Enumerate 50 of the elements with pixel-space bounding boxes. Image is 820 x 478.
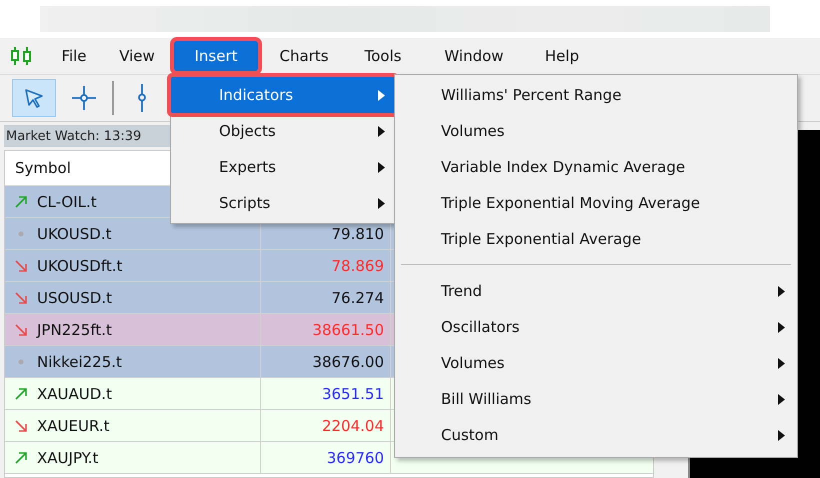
- symbol-text: UKOUSDft.t: [37, 256, 122, 274]
- menu-item[interactable]: Help: [532, 41, 592, 71]
- menu-item[interactable]: File: [48, 41, 100, 71]
- candlestick-icon: [10, 47, 32, 65]
- symbol-text: Nikkei225.t: [37, 352, 122, 370]
- symbol-text: UKOUSD.t: [37, 224, 112, 242]
- menu-item[interactable]: Window: [428, 41, 520, 71]
- symbol-text: XAUEUR.t: [37, 416, 110, 434]
- tool-button[interactable]: [12, 79, 56, 117]
- up-arrow-icon: [15, 388, 27, 400]
- down-arrow-icon: [15, 420, 27, 432]
- menu-item[interactable]: Charts: [270, 41, 338, 71]
- crosshair-icon: [71, 85, 97, 111]
- menu-item[interactable]: View: [112, 41, 162, 71]
- symbol-text: XAUJPY.t: [37, 448, 98, 466]
- price-cell: 38661.50: [261, 314, 391, 345]
- price-cell: 76.274: [261, 282, 391, 313]
- down-arrow-icon: [15, 260, 27, 272]
- menu-item[interactable]: Insert: [174, 41, 258, 71]
- menu-item[interactable]: Triple Exponential Moving Average: [395, 185, 797, 221]
- price-cell: 369760: [261, 442, 391, 473]
- menu-item[interactable]: Williams' Percent Range: [395, 77, 797, 113]
- menu-item[interactable]: Indicators: [171, 77, 395, 113]
- vertical-line-icon: [137, 84, 147, 112]
- submenu-arrow-icon: [778, 286, 785, 296]
- menu-item[interactable]: Scripts: [171, 185, 395, 221]
- up-arrow-icon: [15, 196, 27, 208]
- menu-item[interactable]: Variable Index Dynamic Average: [395, 149, 797, 185]
- price-cell: 78.869: [261, 250, 391, 281]
- menu-item[interactable]: Volumes: [395, 113, 797, 149]
- down-arrow-icon: [15, 324, 27, 336]
- symbol-text: USOUSD.t: [37, 288, 112, 306]
- submenu-arrow-icon: [378, 90, 385, 100]
- symbol-text: XAUAUD.t: [37, 384, 112, 402]
- symbol-text: JPN225ft.t: [37, 320, 112, 338]
- submenu-arrow-icon: [778, 358, 785, 368]
- submenu-arrow-icon: [778, 322, 785, 332]
- price-cell: 38676.00: [261, 346, 391, 377]
- menu-item[interactable]: Tools: [350, 41, 416, 71]
- submenu-arrow-icon: [378, 198, 385, 208]
- down-arrow-icon: [15, 292, 27, 304]
- submenu-arrow-icon: [378, 162, 385, 172]
- price-cell: 2204.04: [261, 410, 391, 441]
- submenu-arrow-icon: [378, 126, 385, 136]
- up-arrow-icon: [15, 452, 27, 464]
- submenu-arrow-icon: [778, 430, 785, 440]
- submenu-arrow-icon: [778, 394, 785, 404]
- price-cell: 3651.51: [261, 378, 391, 409]
- cursor-icon: [23, 87, 45, 109]
- symbol-text: CL-OIL.t: [37, 192, 97, 210]
